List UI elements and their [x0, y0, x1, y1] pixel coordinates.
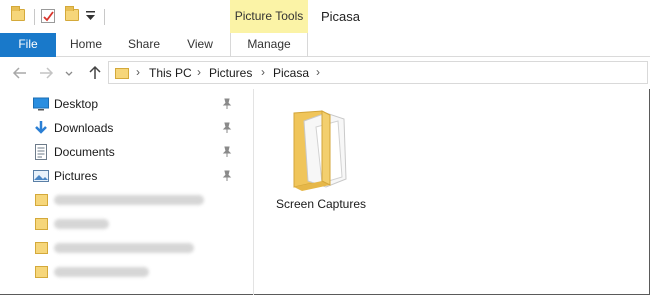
folder-name: Screen Captures — [275, 197, 367, 211]
title-bar: Picture Tools Picasa — [0, 0, 650, 33]
quick-access-separator — [104, 9, 105, 25]
blurred-folder-label — [54, 195, 204, 205]
sidebar-item-downloads[interactable]: Downloads — [0, 116, 250, 140]
folder-icon — [35, 242, 48, 254]
tab-manage[interactable]: Manage — [230, 33, 308, 57]
sidebar-item-blurred-folder[interactable] — [0, 236, 250, 260]
pin-icon[interactable] — [221, 146, 233, 158]
sidebar-item-label: Pictures — [54, 169, 98, 183]
blurred-folder-label — [54, 243, 194, 253]
customize-dropdown-icon[interactable] — [86, 11, 95, 21]
window-title: Picasa — [321, 9, 361, 24]
blurred-folder-label — [54, 267, 149, 277]
large-folder-icon — [293, 110, 347, 191]
recent-locations-chevron-down-icon[interactable] — [64, 65, 74, 81]
new-folder-icon[interactable] — [65, 6, 79, 21]
forward-arrow-icon[interactable] — [38, 65, 54, 81]
folder-icon[interactable] — [11, 6, 25, 21]
tab-home[interactable]: Home — [62, 33, 110, 57]
sidebar-item-pictures[interactable]: Pictures — [0, 164, 250, 188]
sidebar-item-label: Desktop — [54, 97, 99, 111]
folder-icon — [35, 194, 48, 206]
sidebar-item-blurred-folder[interactable] — [0, 260, 250, 284]
picture-tools-header: Picture Tools — [230, 0, 308, 33]
sidebar-item-label: Downloads — [54, 121, 114, 135]
desktop-icon — [33, 97, 49, 111]
chevron-right-icon[interactable]: › — [136, 65, 140, 79]
up-arrow-icon[interactable] — [87, 65, 103, 81]
breadcrumb-picasa[interactable]: Picasa — [273, 66, 309, 80]
pictures-icon — [33, 170, 49, 182]
address-bar[interactable]: › This PC › Pictures › Picasa › — [108, 61, 648, 84]
chevron-right-icon[interactable]: › — [316, 65, 320, 79]
chevron-right-icon[interactable]: › — [261, 65, 265, 79]
sidebar-item-label: Documents — [54, 145, 115, 159]
file-list-pane: Screen Captures — [254, 89, 648, 294]
sidebar-item-blurred-folder[interactable] — [0, 188, 250, 212]
pin-icon[interactable] — [221, 170, 233, 182]
sidebar-item-documents[interactable]: Documents — [0, 140, 250, 164]
sidebar-item-desktop[interactable]: Desktop — [0, 92, 250, 116]
folder-icon — [115, 68, 129, 79]
breadcrumb-this-pc[interactable]: This PC — [149, 66, 192, 80]
chevron-right-icon[interactable]: › — [197, 65, 201, 79]
back-arrow-icon[interactable] — [12, 65, 28, 81]
sidebar-item-blurred-folder[interactable] — [0, 212, 250, 236]
pin-icon[interactable] — [221, 122, 233, 134]
folder-icon — [35, 266, 48, 278]
breadcrumb-pictures[interactable]: Pictures — [209, 66, 252, 80]
tab-file[interactable]: File — [0, 33, 56, 57]
tab-view[interactable]: View — [178, 33, 222, 57]
folder-icon — [35, 218, 48, 230]
properties-icon[interactable] — [41, 9, 55, 23]
navigation-pane: Desktop Downloads Documents Pictures — [0, 89, 253, 294]
pin-icon[interactable] — [221, 98, 233, 110]
address-row: › This PC › Pictures › Picasa › — [0, 57, 650, 89]
quick-access-separator — [34, 9, 35, 25]
documents-icon — [35, 144, 47, 160]
tab-share[interactable]: Share — [122, 33, 166, 57]
downloads-icon — [35, 121, 47, 134]
ribbon-tab-bar: File Home Share View Manage — [0, 33, 650, 57]
blurred-folder-label — [54, 219, 109, 229]
